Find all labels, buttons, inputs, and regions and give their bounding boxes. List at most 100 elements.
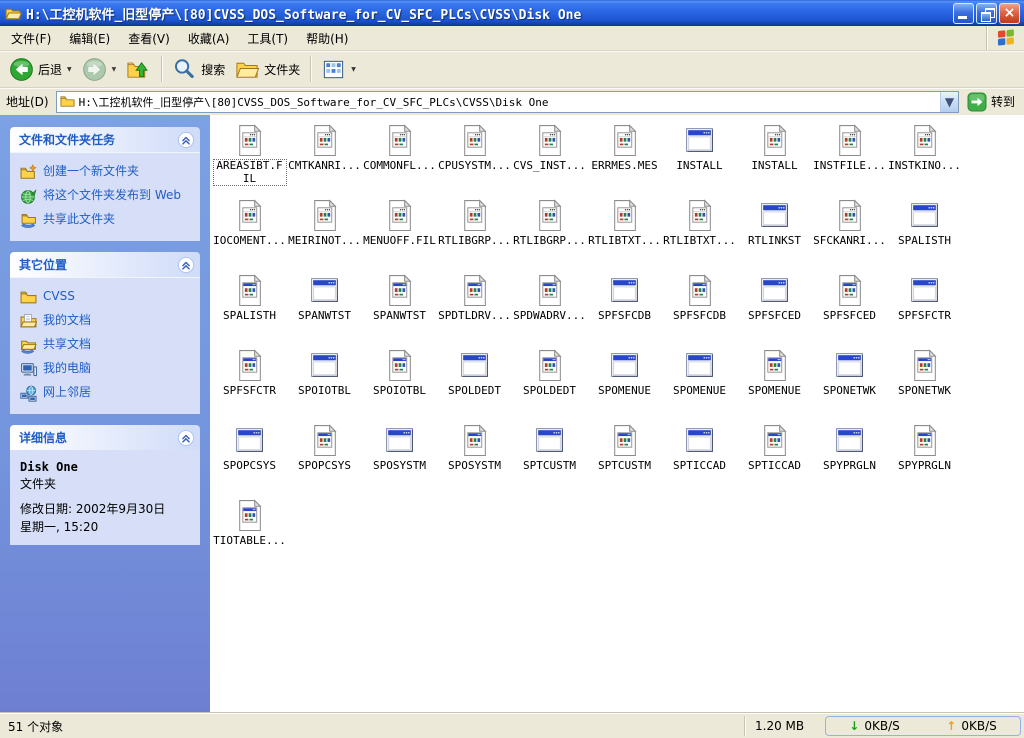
chevron-up-icon[interactable] <box>177 131 195 149</box>
place-item[interactable]: 共享文档 <box>20 337 194 354</box>
file-item[interactable]: SPFSFCED <box>737 271 812 346</box>
panel-title: 文件和文件夹任务 <box>19 133 116 147</box>
file-item[interactable]: SPFSFCTR <box>212 346 287 421</box>
restore-button[interactable] <box>976 2 997 24</box>
details-type: 文件夹 <box>20 477 57 491</box>
file-item[interactable]: RTLINKST <box>737 196 812 271</box>
menu-item[interactable]: 文件(F) <box>2 27 60 50</box>
file-item[interactable]: SPOLDEDT <box>512 346 587 421</box>
forward-button[interactable]: ▼ <box>77 53 122 86</box>
address-input[interactable]: H:\工控机软件_旧型停产\[80]CVSS_DOS_Software_for_… <box>55 90 959 113</box>
file-item[interactable]: SPALISTH <box>212 271 287 346</box>
file-label: SPFSFCDB <box>673 309 726 322</box>
file-item[interactable]: SPOMENUE <box>662 346 737 421</box>
file-item[interactable]: SPTCUSTM <box>587 421 662 496</box>
menu-item[interactable]: 查看(V) <box>119 27 179 50</box>
file-item[interactable]: SPTICCAD <box>737 421 812 496</box>
file-item[interactable]: SPONETWK <box>812 346 887 421</box>
task-item[interactable]: 共享此文件夹 <box>20 212 194 229</box>
file-item[interactable]: SFCKANRI... <box>812 196 887 271</box>
place-item[interactable]: 我的电脑 <box>20 361 194 378</box>
file-label: COMMONFL... <box>363 159 436 172</box>
document-blue-icon <box>308 424 341 457</box>
file-item[interactable]: SPYPRGLN <box>887 421 962 496</box>
file-item[interactable]: CMTKANRI... <box>287 121 362 196</box>
folders-button[interactable]: 文件夹 <box>230 53 305 86</box>
file-item[interactable]: RTLIBGRP... <box>437 196 512 271</box>
file-item[interactable]: SPOMENUE <box>587 346 662 421</box>
file-item[interactable]: MENUOFF.FIL <box>362 196 437 271</box>
file-item[interactable]: SPOPCSYS <box>212 421 287 496</box>
go-button[interactable]: 转到 <box>965 91 1020 113</box>
panel-header-other-places[interactable]: 其它位置 <box>10 252 200 277</box>
file-item[interactable]: RTLIBTXT... <box>587 196 662 271</box>
file-item[interactable]: ERRMES.MES <box>587 121 662 196</box>
file-item[interactable]: SPANWTST <box>287 271 362 346</box>
file-item[interactable]: MEIRINOT... <box>287 196 362 271</box>
file-item[interactable]: SPONETWK <box>887 346 962 421</box>
toolbar-separator <box>161 56 163 82</box>
panel-header-details[interactable]: 详细信息 <box>10 425 200 450</box>
file-label: SPALISTH <box>898 234 951 247</box>
panel-header-file-tasks[interactable]: 文件和文件夹任务 <box>10 127 200 152</box>
file-item[interactable]: SPALISTH <box>887 196 962 271</box>
file-item[interactable]: SPFSFCDB <box>587 271 662 346</box>
file-item[interactable]: IOCOMENT... <box>212 196 287 271</box>
file-item[interactable]: CPUSYSTM... <box>437 121 512 196</box>
application-window-icon <box>758 199 791 232</box>
place-item[interactable]: 我的文档 <box>20 313 194 330</box>
file-item[interactable]: INSTKINO... <box>887 121 962 196</box>
file-item[interactable]: RTLIBGRP... <box>512 196 587 271</box>
search-button[interactable]: 搜索 <box>167 53 230 86</box>
place-item[interactable]: 网上邻居 <box>20 385 194 402</box>
chevron-up-icon[interactable] <box>177 256 195 274</box>
task-item[interactable]: 将这个文件夹发布到 Web <box>20 188 194 205</box>
file-item[interactable]: SPDTLDRV... <box>437 271 512 346</box>
file-item[interactable]: SPTICCAD <box>662 421 737 496</box>
file-item[interactable]: CVS_INST... <box>512 121 587 196</box>
file-item[interactable]: SPTCUSTM <box>512 421 587 496</box>
task-item[interactable]: 创建一个新文件夹 <box>20 164 194 181</box>
file-item[interactable]: SPOSYSTM <box>437 421 512 496</box>
file-item[interactable]: SPFSFCED <box>812 271 887 346</box>
folders-label: 文件夹 <box>264 62 301 77</box>
file-item[interactable]: SPOPCSYS <box>287 421 362 496</box>
file-item[interactable]: INSTALL <box>662 121 737 196</box>
menu-item[interactable]: 工具(T) <box>238 27 297 50</box>
main-area: 文件和文件夹任务 创建一个新文件夹 将这个文件夹发布到 Web 共享此文件夹 其… <box>0 115 1024 713</box>
file-item[interactable]: COMMONFL... <box>362 121 437 196</box>
menu-item[interactable]: 帮助(H) <box>297 27 357 50</box>
file-item[interactable]: SPYPRGLN <box>812 421 887 496</box>
document-icon <box>233 124 266 157</box>
file-item[interactable]: SPOIOTBL <box>362 346 437 421</box>
close-button[interactable]: × <box>999 2 1020 24</box>
file-item[interactable]: SPFSFCDB <box>662 271 737 346</box>
file-item[interactable]: AREASIBT.FIL <box>212 121 287 196</box>
views-button[interactable]: ▼ <box>316 53 361 86</box>
application-window-icon <box>908 199 941 232</box>
file-item[interactable]: RTLIBTXT... <box>662 196 737 271</box>
back-button[interactable]: 后退 ▼ <box>4 53 77 86</box>
file-item[interactable]: SPDWADRV... <box>512 271 587 346</box>
file-item[interactable]: SPOLDEDT <box>437 346 512 421</box>
file-grid: AREASIBT.FIL CMTKANRI... COMMONFL... CPU… <box>212 121 1024 571</box>
file-item[interactable]: SPANWTST <box>362 271 437 346</box>
menu-item[interactable]: 收藏(A) <box>179 27 239 50</box>
place-label: 我的电脑 <box>43 361 92 375</box>
file-item[interactable]: SPOMENUE <box>737 346 812 421</box>
file-item[interactable]: SPFSFCTR <box>887 271 962 346</box>
application-window-icon <box>908 274 941 307</box>
file-item[interactable]: INSTFILE... <box>812 121 887 196</box>
file-item[interactable]: SPOSYSTM <box>362 421 437 496</box>
file-item[interactable]: SPOIOTBL <box>287 346 362 421</box>
menu-item[interactable]: 编辑(E) <box>60 27 119 50</box>
file-item[interactable]: INSTALL <box>737 121 812 196</box>
file-item[interactable]: TIOTABLE... <box>212 496 287 571</box>
address-dropdown-button[interactable]: ▼ <box>939 91 958 112</box>
up-button[interactable] <box>121 53 156 86</box>
document-blue-icon <box>383 274 416 307</box>
place-item[interactable]: CVSS <box>20 289 194 306</box>
panel-details: 详细信息 Disk One 文件夹 修改日期: 2002年9月30日 星期一, … <box>10 425 200 545</box>
chevron-up-icon[interactable] <box>177 429 195 447</box>
minimize-button[interactable] <box>953 2 974 24</box>
